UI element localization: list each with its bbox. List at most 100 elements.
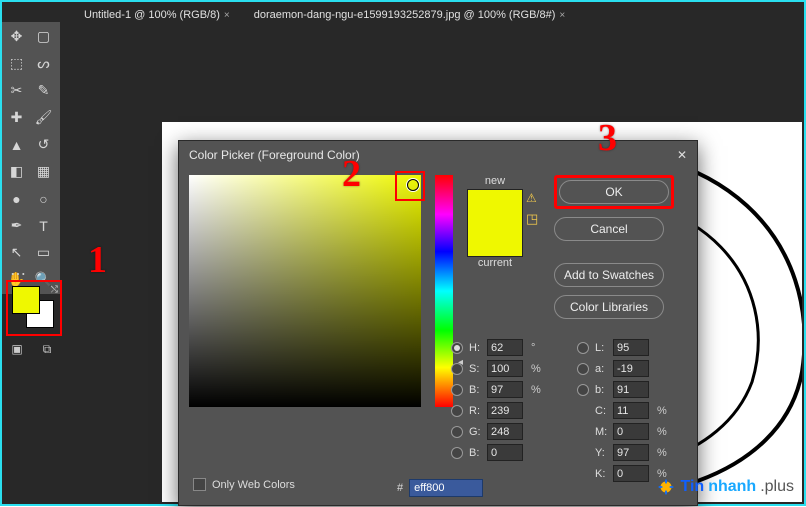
screen-mode-icons: ▣ ⧉: [6, 340, 58, 358]
label-k: K:: [595, 468, 609, 480]
label-g: G:: [469, 426, 483, 438]
color-preview: [467, 189, 523, 257]
radio-s[interactable]: [451, 363, 463, 375]
hex-label: #: [397, 482, 403, 494]
eyedropper-tool-icon[interactable]: ✎: [31, 78, 56, 103]
close-icon[interactable]: ×: [220, 10, 230, 21]
input-r[interactable]: [487, 402, 523, 419]
label-r: R:: [469, 405, 483, 417]
input-l[interactable]: [613, 339, 649, 356]
unit-h: °: [531, 342, 545, 354]
input-g[interactable]: [487, 423, 523, 440]
watermark-part3: .plus: [760, 478, 794, 496]
input-h[interactable]: [487, 339, 523, 356]
move-tool-icon[interactable]: ✥: [4, 24, 29, 49]
cancel-button[interactable]: Cancel: [554, 217, 664, 241]
new-color-label: new: [485, 175, 505, 187]
only-web-label: Only Web Colors: [212, 479, 295, 491]
tab-active-document[interactable]: doraemon-dang-ngu-e1599193252879.jpg @ 1…: [248, 5, 572, 25]
radio-r[interactable]: [451, 405, 463, 417]
shape-tool-icon[interactable]: ▭: [31, 240, 56, 265]
label-y: Y:: [595, 447, 609, 459]
input-s[interactable]: [487, 360, 523, 377]
label-m: M:: [595, 426, 609, 438]
current-color-swatch[interactable]: [468, 223, 522, 256]
marquee-tool-icon[interactable]: ⬚: [4, 51, 29, 76]
watermark-logo-icon: [655, 476, 677, 498]
color-libraries-button[interactable]: Color Libraries: [554, 295, 664, 319]
watermark-part1: Tin: [681, 478, 705, 496]
tab-label: doraemon-dang-ngu-e1599193252879.jpg @ 1…: [254, 9, 556, 21]
only-web-colors-option[interactable]: Only Web Colors: [193, 478, 295, 491]
watermark-part2: nhanh: [708, 478, 756, 496]
gamut-warning-icon[interactable]: ⚠: [526, 191, 540, 203]
close-icon[interactable]: ✕: [673, 146, 691, 164]
foreground-color-swatch[interactable]: [12, 286, 40, 314]
eraser-tool-icon[interactable]: ◧: [4, 159, 29, 184]
radio-bch[interactable]: [451, 447, 463, 459]
more-tools-icon[interactable]: ⋯: [6, 264, 56, 278]
label-l: L:: [595, 342, 609, 354]
input-k[interactable]: [613, 465, 649, 482]
input-lab-b[interactable]: [613, 381, 649, 398]
crop-tool-icon[interactable]: ✂: [4, 78, 29, 103]
lasso-tool-icon[interactable]: ᔕ: [31, 51, 56, 76]
swap-colors-icon[interactable]: ⤭: [51, 284, 58, 295]
radio-lab-b[interactable]: [577, 384, 589, 396]
radio-h[interactable]: [451, 342, 463, 354]
input-blue[interactable]: [487, 444, 523, 461]
checkbox-icon[interactable]: [193, 478, 206, 491]
annotation-number-1: 1: [88, 238, 107, 282]
input-brightness[interactable]: [487, 381, 523, 398]
websafe-warning-icon[interactable]: ◳: [526, 211, 540, 225]
label-a: a:: [595, 363, 609, 375]
unit-s: %: [531, 363, 545, 375]
pen-tool-icon[interactable]: ✒: [4, 213, 29, 238]
gradient-tool-icon[interactable]: ▦: [31, 159, 56, 184]
label-b: B:: [469, 384, 483, 396]
annotation-box-1: ⤭: [6, 280, 62, 336]
saturation-value-field[interactable]: [189, 175, 421, 407]
annotation-box-3: OK: [554, 175, 674, 209]
brush-tool-icon[interactable]: 🖌: [31, 105, 56, 130]
new-color-swatch: [468, 190, 522, 223]
input-a[interactable]: [613, 360, 649, 377]
radio-l[interactable]: [577, 342, 589, 354]
input-c[interactable]: [613, 402, 649, 419]
heal-tool-icon[interactable]: ✚: [4, 105, 29, 130]
unit-y: %: [657, 447, 671, 459]
ok-button[interactable]: OK: [559, 180, 669, 204]
close-icon[interactable]: ×: [555, 10, 565, 21]
document-tabs: Untitled-1 @ 100% (RGB/8)× doraemon-dang…: [64, 2, 571, 24]
input-m[interactable]: [613, 423, 649, 440]
history-brush-tool-icon[interactable]: ↺: [31, 132, 56, 157]
tab-untitled[interactable]: Untitled-1 @ 100% (RGB/8)×: [78, 5, 236, 25]
dialog-title-text: Color Picker (Foreground Color): [189, 148, 360, 162]
blur-tool-icon[interactable]: ●: [4, 186, 29, 211]
hex-input[interactable]: [409, 479, 483, 497]
radio-b[interactable]: [451, 384, 463, 396]
annotation-box-2: [395, 171, 425, 201]
current-color-label: current: [478, 257, 512, 269]
path-select-tool-icon[interactable]: ↖: [4, 240, 29, 265]
label-s: S:: [469, 363, 483, 375]
add-to-swatches-button[interactable]: Add to Swatches: [554, 263, 664, 287]
quickmask-icon[interactable]: ▣: [6, 340, 28, 358]
input-y[interactable]: [613, 444, 649, 461]
clone-tool-icon[interactable]: ▲: [4, 132, 29, 157]
dodge-tool-icon[interactable]: ○: [31, 186, 56, 211]
label-blue: B:: [469, 447, 483, 459]
label-c: C:: [595, 405, 609, 417]
unit-c: %: [657, 405, 671, 417]
radio-g[interactable]: [451, 426, 463, 438]
foreground-background-swatches[interactable]: ⤭: [8, 282, 60, 334]
artboard-tool-icon[interactable]: ▢: [31, 24, 56, 49]
dialog-titlebar[interactable]: Color Picker (Foreground Color) ✕: [179, 141, 697, 169]
type-tool-icon[interactable]: T: [31, 213, 56, 238]
label-h: H:: [469, 342, 483, 354]
unit-m: %: [657, 426, 671, 438]
watermark: Tinnhanh.plus: [655, 476, 795, 498]
radio-a[interactable]: [577, 363, 589, 375]
tools-panel: ✥ ▢ ⬚ ᔕ ✂ ✎ ✚ 🖌 ▲ ↺ ◧ ▦ ● ○ ✒ T ↖ ▭ ✋ 🔍: [2, 22, 60, 294]
screenmode-icon[interactable]: ⧉: [36, 340, 58, 358]
